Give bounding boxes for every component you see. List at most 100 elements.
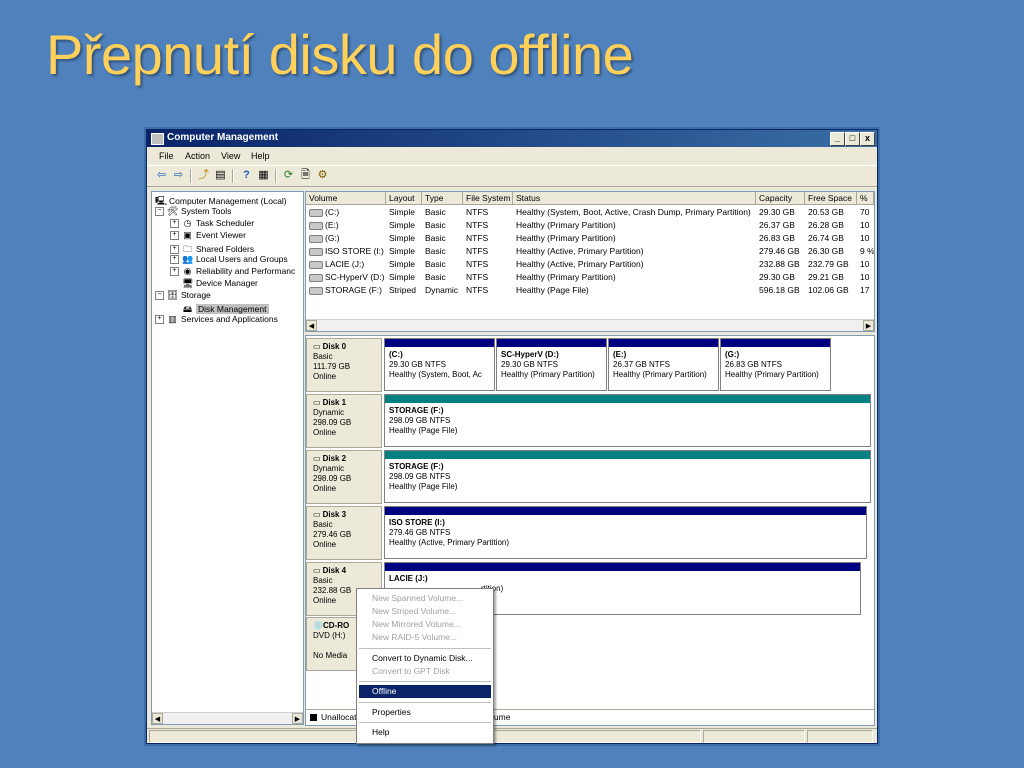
menu-view[interactable]: View: [221, 151, 240, 161]
tree-item-reliability-and-performance[interactable]: + ◉ Reliability and Performanc: [170, 266, 295, 278]
window-title: Computer Management: [167, 132, 279, 143]
disk-info[interactable]: ▭ Disk 3 Basic 279.46 GB Online: [306, 506, 382, 560]
column-header-type[interactable]: Type: [422, 192, 463, 205]
show-hide-tree-icon[interactable]: ▤: [214, 169, 227, 182]
volume-row[interactable]: (G:) Simple Basic NTFS Healthy (Primary Part…: [306, 232, 874, 245]
menu-item-help[interactable]: Help: [359, 726, 491, 739]
settings-icon[interactable]: ⚙: [316, 169, 329, 182]
menu-action[interactable]: Action: [185, 151, 210, 161]
title-bar[interactable]: Computer Management _ □ x: [147, 130, 877, 147]
volume-row[interactable]: LACIE (J:) Simple Basic NTFS Healthy (Active…: [306, 258, 874, 271]
partition-name: (G:): [725, 350, 740, 359]
expand-toggle[interactable]: +: [170, 231, 179, 241]
expand-toggle[interactable]: +: [170, 255, 179, 265]
volume-row[interactable]: (C:) Simple Basic NTFS Healthy (System, Boot…: [306, 206, 874, 219]
volume-cell-free-space: 26.28 GB: [808, 220, 844, 230]
volume-cell-layout: Simple: [389, 272, 415, 282]
disk-info[interactable]: ▭ Disk 2 Dynamic 298.09 GB Online: [306, 450, 382, 504]
menu-file[interactable]: File: [159, 151, 174, 161]
forward-arrow-icon[interactable]: ⇨: [172, 169, 185, 182]
scroll-left-arrow-icon[interactable]: ◀: [306, 320, 317, 331]
properties-icon[interactable]: ▦: [257, 169, 270, 182]
scroll-right-arrow-icon[interactable]: ▶: [292, 713, 303, 724]
up-folder-icon[interactable]: ⤴: [197, 169, 210, 182]
tree-item-computer-management[interactable]: 🖳 Computer Management (Local): [155, 194, 287, 206]
maximize-button[interactable]: □: [845, 132, 860, 146]
volume-cell-layout: Simple: [389, 207, 415, 217]
partition-block[interactable]: ISO STORE (I:) 279.46 GB NTFS Healthy (Act…: [384, 506, 867, 559]
disk-name: Disk 4: [322, 566, 347, 575]
disk-info[interactable]: ▭ Disk 0 Basic 111.79 GB Online: [306, 338, 382, 392]
refresh-icon[interactable]: ⟳: [282, 169, 295, 182]
volume-cell-volume: ISO STORE (I:): [306, 245, 386, 258]
partition-block[interactable]: (C:) 29.30 GB NTFS Healthy (System, Boot, …: [384, 338, 495, 391]
minimize-button[interactable]: _: [830, 132, 845, 146]
expand-toggle[interactable]: +: [170, 219, 179, 229]
volume-list-horizontal-scrollbar[interactable]: ◀ ▶: [306, 319, 874, 331]
menu-item-properties[interactable]: Properties: [359, 706, 491, 719]
expand-toggle[interactable]: +: [155, 315, 164, 325]
tree-item-task-scheduler[interactable]: + ◷ Task Scheduler: [170, 218, 254, 230]
volume-cell-type: Basic: [425, 246, 446, 256]
partition-block[interactable]: STORAGE (F:) 298.09 GB NTFS Healthy (Page …: [384, 450, 871, 503]
partition-status: Healthy (Primary Partition): [501, 370, 595, 379]
export-icon[interactable]: 🗎: [299, 169, 312, 182]
collapse-toggle[interactable]: −: [155, 291, 164, 301]
volume-row[interactable]: SC-HyperV (D:) Simple Basic NTFS Healthy (Pr…: [306, 271, 874, 284]
status-bar-panel: [807, 730, 873, 743]
partition-type-bar: [721, 339, 830, 347]
partition-name: (E:): [613, 350, 627, 359]
column-header-volume[interactable]: Volume: [306, 192, 386, 205]
volume-cell-status: Healthy (Primary Partition): [516, 233, 616, 243]
menu-help[interactable]: Help: [251, 151, 270, 161]
menu-item-convert-to-dynamic-disk[interactable]: Convert to Dynamic Disk...: [359, 652, 491, 665]
disk-row[interactable]: ▭ Disk 0 Basic 111.79 GB Online (C:) 29.30 GB …: [306, 338, 874, 392]
collapse-toggle[interactable]: −: [155, 207, 164, 217]
tree-item-storage[interactable]: − 🗄 Storage: [155, 290, 211, 302]
volume-row[interactable]: STORAGE (F:) Striped Dynamic NTFS Healthy (P…: [306, 284, 874, 297]
column-header-layout[interactable]: Layout: [386, 192, 422, 205]
help-icon[interactable]: ?: [240, 169, 253, 182]
column-header-file-system[interactable]: File System: [463, 192, 513, 205]
menu-item-offline[interactable]: Offline: [359, 685, 491, 698]
volume-cell-percent-free: 9 %: [860, 246, 874, 256]
column-header-capacity[interactable]: Capacity: [756, 192, 805, 205]
column-header-free-space[interactable]: Free Space: [805, 192, 857, 205]
partition-status: Healthy (Active, Primary Partition): [389, 538, 510, 547]
back-arrow-icon[interactable]: ⇦: [155, 169, 168, 182]
tree-item-local-users-and-groups[interactable]: + 👥 Local Users and Groups: [170, 254, 288, 266]
disk-type: Basic: [313, 352, 333, 361]
scroll-left-arrow-icon[interactable]: ◀: [152, 713, 163, 724]
disk-row[interactable]: ▭ Disk 2 Dynamic 298.09 GB Online STORAGE (F:…: [306, 450, 874, 504]
column-header-percent-free[interactable]: %: [857, 192, 874, 205]
menu-item-new-raid5-volume: New RAID-5 Volume...: [372, 632, 458, 642]
tree-item-system-tools[interactable]: − 🛠 System Tools: [155, 206, 231, 218]
volume-row[interactable]: ISO STORE (I:) Simple Basic NTFS Healthy (Ac…: [306, 245, 874, 258]
tree-item-disk-management[interactable]: 🖴 Disk Management: [182, 302, 269, 314]
disk-row[interactable]: ▭ Disk 3 Basic 279.46 GB Online ISO STORE (I:…: [306, 506, 874, 560]
volume-cell-type: Dynamic: [425, 285, 459, 295]
volume-row[interactable]: (E:) Simple Basic NTFS Healthy (Primary Part…: [306, 219, 874, 232]
close-button[interactable]: x: [860, 132, 875, 146]
console-tree[interactable]: 🖳 Computer Management (Local) − 🛠 System To…: [151, 191, 304, 725]
partition-block[interactable]: (G:) 26.83 GB NTFS Healthy (Primary Partit…: [720, 338, 831, 391]
tree-item-event-viewer[interactable]: + ▣ Event Viewer: [170, 230, 246, 242]
tree-item-device-manager[interactable]: 🖥 Device Manager: [182, 278, 258, 290]
disk-size: 298.09 GB: [313, 418, 352, 427]
volume-cell-layout: Simple: [389, 259, 415, 269]
tree-item-services-and-applications[interactable]: + ▥ Services and Applications: [155, 314, 278, 326]
expand-toggle[interactable]: +: [170, 267, 179, 277]
tree-item-shared-folders[interactable]: + 🗀 Shared Folders: [170, 242, 254, 255]
disk-row[interactable]: ▭ Disk 1 Dynamic 298.09 GB Online STORAGE (F:…: [306, 394, 874, 448]
disk-name: Disk 3: [322, 510, 347, 519]
expand-toggle[interactable]: +: [170, 245, 179, 255]
partition-block[interactable]: SC-HyperV (D:) 29.30 GB NTFS Healthy (Prim…: [496, 338, 607, 391]
column-header-status[interactable]: Status: [513, 192, 756, 205]
disk-info[interactable]: ▭ Disk 1 Dynamic 298.09 GB Online: [306, 394, 382, 448]
partition-block[interactable]: STORAGE (F:) 298.09 GB NTFS Healthy (Page …: [384, 394, 871, 447]
volume-cell-file-system: NTFS: [466, 259, 489, 269]
volume-list[interactable]: Volume Layout Type File System Status Ca…: [305, 191, 875, 332]
partition-block[interactable]: (E:) 26.37 GB NTFS Healthy (Primary Partit…: [608, 338, 719, 391]
scroll-right-arrow-icon[interactable]: ▶: [863, 320, 874, 331]
tree-horizontal-scrollbar[interactable]: ◀ ▶: [152, 712, 303, 724]
